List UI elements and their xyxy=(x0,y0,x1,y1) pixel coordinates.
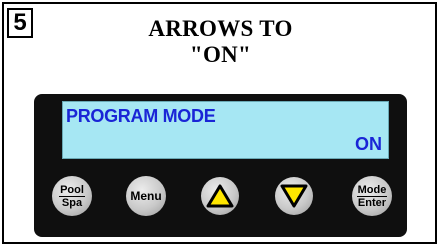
heading-line-2: "ON" xyxy=(189,42,252,67)
enter-label: Enter xyxy=(357,196,387,209)
up-arrow-button[interactable] xyxy=(201,177,239,215)
spa-label: Spa xyxy=(61,196,83,209)
heading-line-1: ARROWS TO xyxy=(148,16,293,41)
menu-label: Menu xyxy=(130,189,162,203)
step-number-badge: 5 xyxy=(7,8,33,38)
lcd-display: PROGRAM MODE ON xyxy=(62,101,389,159)
menu-button[interactable]: Menu xyxy=(126,176,166,216)
down-arrow-button[interactable] xyxy=(275,177,313,215)
down-arrow-icon xyxy=(280,184,308,208)
mode-label: Mode xyxy=(356,183,388,197)
up-arrow-icon xyxy=(206,184,234,208)
lcd-line-1: PROGRAM MODE xyxy=(66,106,216,126)
mode-enter-button[interactable]: Mode Enter xyxy=(352,176,392,216)
pool-label: Pool xyxy=(59,183,85,197)
pool-spa-button[interactable]: Pool Spa xyxy=(52,176,92,216)
lcd-line-2: ON xyxy=(355,134,382,154)
